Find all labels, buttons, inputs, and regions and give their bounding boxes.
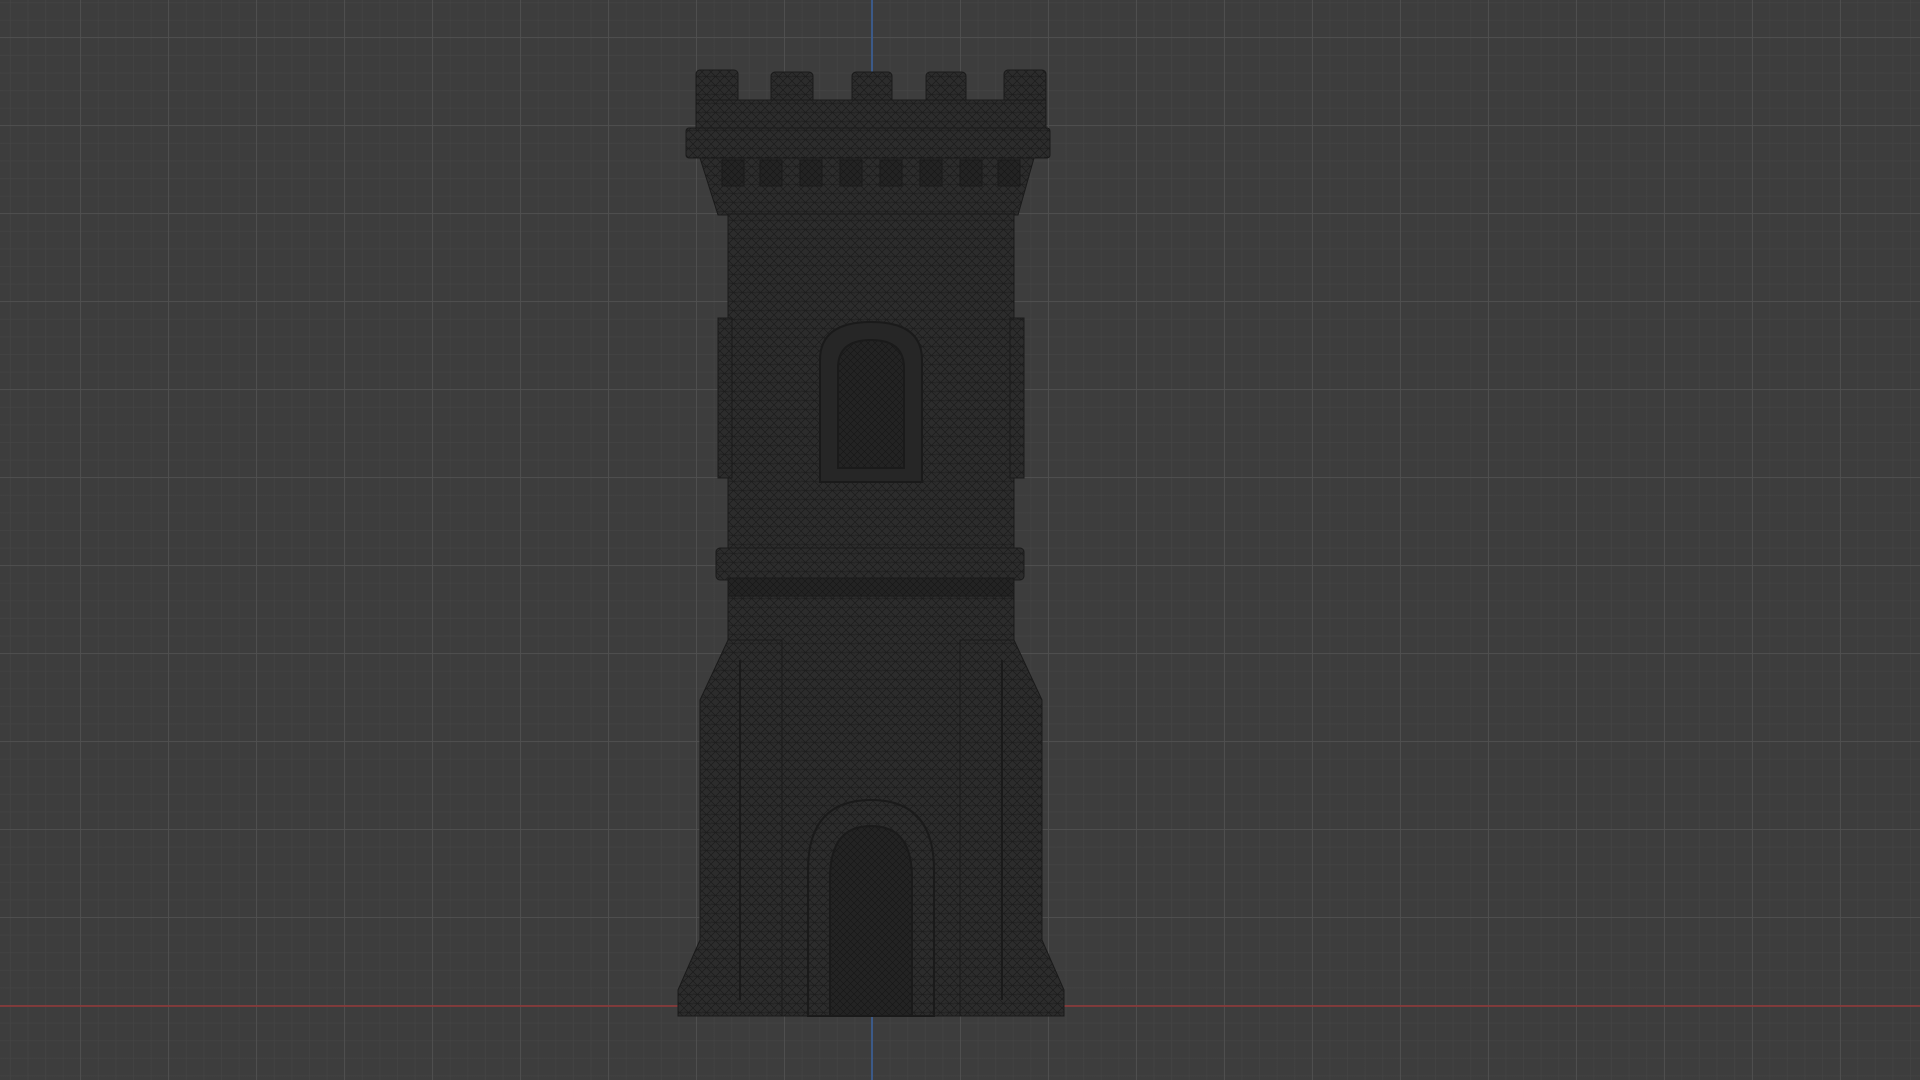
middle-cornice: [715, 547, 1025, 599]
castle-tower-model[interactable]: [0, 0, 1920, 1080]
battlements: [695, 69, 1047, 131]
parapet: [685, 127, 1051, 216]
doorway: [807, 798, 935, 1017]
3d-viewport[interactable]: [0, 0, 1920, 1080]
upper-window: [819, 320, 923, 483]
